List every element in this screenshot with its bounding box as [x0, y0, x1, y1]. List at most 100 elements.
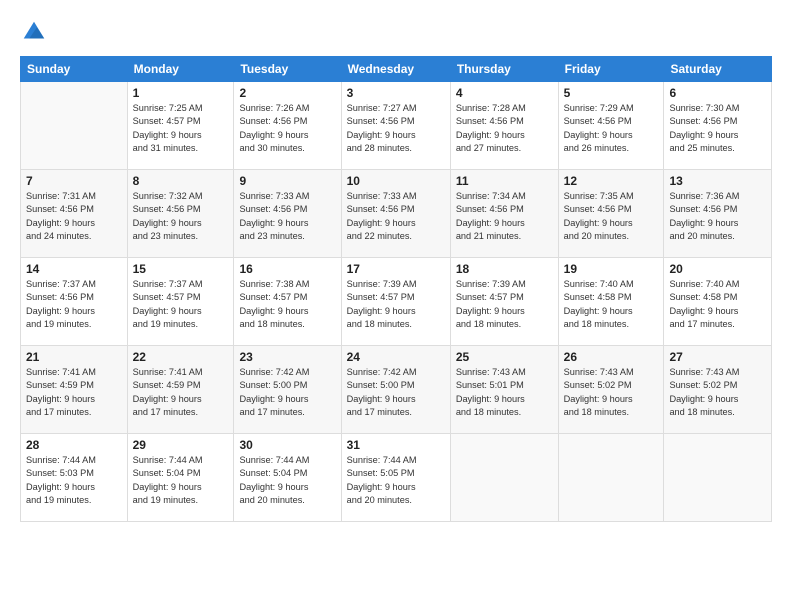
- calendar-cell: 2 Sunrise: 7:26 AM Sunset: 4:56 PM Daylig…: [234, 82, 341, 170]
- day-detail: Sunrise: 7:44 AM Sunset: 5:05 PM Dayligh…: [347, 454, 445, 507]
- day-number: 11: [456, 174, 553, 188]
- calendar-cell: 18Sunrise: 7:39 AM Sunset: 4:57 PM Dayli…: [450, 258, 558, 346]
- header-day-wednesday: Wednesday: [341, 57, 450, 82]
- calendar-cell: [450, 434, 558, 522]
- day-detail: Sunrise: 7:44 AM Sunset: 5:04 PM Dayligh…: [239, 454, 335, 507]
- calendar-body: 1 Sunrise: 7:25 AM Sunset: 4:57 PM Daylig…: [21, 82, 772, 522]
- calendar-cell: 13 Sunrise: 7:36 AM Sunset: 4:56 PM Dayli…: [664, 170, 772, 258]
- day-number: 25: [456, 350, 553, 364]
- day-detail: Sunrise: 7:42 AM Sunset: 5:00 PM Dayligh…: [347, 366, 445, 419]
- day-number: 15: [133, 262, 229, 276]
- calendar-cell: [558, 434, 664, 522]
- day-detail: Sunrise: 7:36 AM Sunset: 4:56 PM Dayligh…: [669, 190, 766, 243]
- calendar-cell: 17 Sunrise: 7:39 AM Sunset: 4:57 PM Dayli…: [341, 258, 450, 346]
- day-detail: Sunrise: 7:26 AM Sunset: 4:56 PM Dayligh…: [239, 102, 335, 155]
- day-detail: Sunrise: 7:44 AM Sunset: 5:03 PM Dayligh…: [26, 454, 122, 507]
- day-number: 27: [669, 350, 766, 364]
- header-day-saturday: Saturday: [664, 57, 772, 82]
- calendar-cell: [21, 82, 128, 170]
- week-row-2: 7 Sunrise: 7:31 AM Sunset: 4:56 PM Daylig…: [21, 170, 772, 258]
- calendar-cell: 28 Sunrise: 7:44 AM Sunset: 5:03 PM Dayli…: [21, 434, 128, 522]
- header-day-tuesday: Tuesday: [234, 57, 341, 82]
- day-detail: Sunrise: 7:37 AM Sunset: 4:56 PM Dayligh…: [26, 278, 122, 331]
- calendar-cell: 12 Sunrise: 7:35 AM Sunset: 4:56 PM Dayli…: [558, 170, 664, 258]
- day-number: 29: [133, 438, 229, 452]
- calendar-cell: 30 Sunrise: 7:44 AM Sunset: 5:04 PM Dayli…: [234, 434, 341, 522]
- day-number: 12: [564, 174, 659, 188]
- day-detail: Sunrise: 7:38 AM Sunset: 4:57 PM Dayligh…: [239, 278, 335, 331]
- day-number: 23: [239, 350, 335, 364]
- day-detail: Sunrise: 7:41 AM Sunset: 4:59 PM Dayligh…: [26, 366, 122, 419]
- day-detail: Sunrise: 7:43 AM Sunset: 5:01 PM Dayligh…: [456, 366, 553, 419]
- day-number: 22: [133, 350, 229, 364]
- header-day-sunday: Sunday: [21, 57, 128, 82]
- day-number: 13: [669, 174, 766, 188]
- day-number: 26: [564, 350, 659, 364]
- day-number: 5: [564, 86, 659, 100]
- day-detail: Sunrise: 7:43 AM Sunset: 5:02 PM Dayligh…: [564, 366, 659, 419]
- day-detail: Sunrise: 7:44 AM Sunset: 5:04 PM Dayligh…: [133, 454, 229, 507]
- calendar-cell: 1 Sunrise: 7:25 AM Sunset: 4:57 PM Daylig…: [127, 82, 234, 170]
- calendar-cell: 24Sunrise: 7:42 AM Sunset: 5:00 PM Dayli…: [341, 346, 450, 434]
- header-day-monday: Monday: [127, 57, 234, 82]
- calendar-cell: 9 Sunrise: 7:33 AM Sunset: 4:56 PM Daylig…: [234, 170, 341, 258]
- calendar-cell: 21 Sunrise: 7:41 AM Sunset: 4:59 PM Dayli…: [21, 346, 128, 434]
- day-detail: Sunrise: 7:25 AM Sunset: 4:57 PM Dayligh…: [133, 102, 229, 155]
- header: [20, 18, 772, 46]
- logo-icon: [20, 18, 48, 46]
- day-number: 9: [239, 174, 335, 188]
- day-detail: Sunrise: 7:31 AM Sunset: 4:56 PM Dayligh…: [26, 190, 122, 243]
- week-row-3: 14Sunrise: 7:37 AM Sunset: 4:56 PM Dayli…: [21, 258, 772, 346]
- day-number: 7: [26, 174, 122, 188]
- calendar-cell: 26 Sunrise: 7:43 AM Sunset: 5:02 PM Dayli…: [558, 346, 664, 434]
- calendar-cell: 8Sunrise: 7:32 AM Sunset: 4:56 PM Daylig…: [127, 170, 234, 258]
- day-number: 30: [239, 438, 335, 452]
- calendar-cell: 4Sunrise: 7:28 AM Sunset: 4:56 PM Daylig…: [450, 82, 558, 170]
- calendar-cell: 14Sunrise: 7:37 AM Sunset: 4:56 PM Dayli…: [21, 258, 128, 346]
- day-detail: Sunrise: 7:39 AM Sunset: 4:57 PM Dayligh…: [347, 278, 445, 331]
- calendar-cell: [664, 434, 772, 522]
- day-number: 21: [26, 350, 122, 364]
- calendar-cell: 22 Sunrise: 7:41 AM Sunset: 4:59 PM Dayli…: [127, 346, 234, 434]
- day-detail: Sunrise: 7:27 AM Sunset: 4:56 PM Dayligh…: [347, 102, 445, 155]
- calendar-cell: 20Sunrise: 7:40 AM Sunset: 4:58 PM Dayli…: [664, 258, 772, 346]
- logo: [20, 18, 52, 46]
- day-number: 10: [347, 174, 445, 188]
- week-row-1: 1 Sunrise: 7:25 AM Sunset: 4:57 PM Daylig…: [21, 82, 772, 170]
- calendar-cell: 3 Sunrise: 7:27 AM Sunset: 4:56 PM Daylig…: [341, 82, 450, 170]
- day-detail: Sunrise: 7:35 AM Sunset: 4:56 PM Dayligh…: [564, 190, 659, 243]
- day-number: 28: [26, 438, 122, 452]
- day-number: 20: [669, 262, 766, 276]
- day-detail: Sunrise: 7:33 AM Sunset: 4:56 PM Dayligh…: [239, 190, 335, 243]
- day-number: 2: [239, 86, 335, 100]
- calendar-cell: 15Sunrise: 7:37 AM Sunset: 4:57 PM Dayli…: [127, 258, 234, 346]
- day-number: 1: [133, 86, 229, 100]
- day-detail: Sunrise: 7:34 AM Sunset: 4:56 PM Dayligh…: [456, 190, 553, 243]
- day-number: 31: [347, 438, 445, 452]
- day-number: 3: [347, 86, 445, 100]
- calendar-cell: 11 Sunrise: 7:34 AM Sunset: 4:56 PM Dayli…: [450, 170, 558, 258]
- week-row-4: 21 Sunrise: 7:41 AM Sunset: 4:59 PM Dayli…: [21, 346, 772, 434]
- day-detail: Sunrise: 7:30 AM Sunset: 4:56 PM Dayligh…: [669, 102, 766, 155]
- day-detail: Sunrise: 7:40 AM Sunset: 4:58 PM Dayligh…: [564, 278, 659, 331]
- day-detail: Sunrise: 7:42 AM Sunset: 5:00 PM Dayligh…: [239, 366, 335, 419]
- day-number: 19: [564, 262, 659, 276]
- calendar-cell: 29 Sunrise: 7:44 AM Sunset: 5:04 PM Dayli…: [127, 434, 234, 522]
- day-number: 16: [239, 262, 335, 276]
- day-detail: Sunrise: 7:43 AM Sunset: 5:02 PM Dayligh…: [669, 366, 766, 419]
- page: SundayMondayTuesdayWednesdayThursdayFrid…: [0, 0, 792, 612]
- day-detail: Sunrise: 7:29 AM Sunset: 4:56 PM Dayligh…: [564, 102, 659, 155]
- calendar-table: SundayMondayTuesdayWednesdayThursdayFrid…: [20, 56, 772, 522]
- day-number: 4: [456, 86, 553, 100]
- calendar-cell: 16 Sunrise: 7:38 AM Sunset: 4:57 PM Dayli…: [234, 258, 341, 346]
- calendar-cell: 19 Sunrise: 7:40 AM Sunset: 4:58 PM Dayli…: [558, 258, 664, 346]
- day-detail: Sunrise: 7:41 AM Sunset: 4:59 PM Dayligh…: [133, 366, 229, 419]
- day-number: 17: [347, 262, 445, 276]
- week-row-5: 28 Sunrise: 7:44 AM Sunset: 5:03 PM Dayli…: [21, 434, 772, 522]
- calendar-cell: 27 Sunrise: 7:43 AM Sunset: 5:02 PM Dayli…: [664, 346, 772, 434]
- day-number: 6: [669, 86, 766, 100]
- header-day-thursday: Thursday: [450, 57, 558, 82]
- day-detail: Sunrise: 7:33 AM Sunset: 4:56 PM Dayligh…: [347, 190, 445, 243]
- calendar-cell: 31 Sunrise: 7:44 AM Sunset: 5:05 PM Dayli…: [341, 434, 450, 522]
- calendar-header: SundayMondayTuesdayWednesdayThursdayFrid…: [21, 57, 772, 82]
